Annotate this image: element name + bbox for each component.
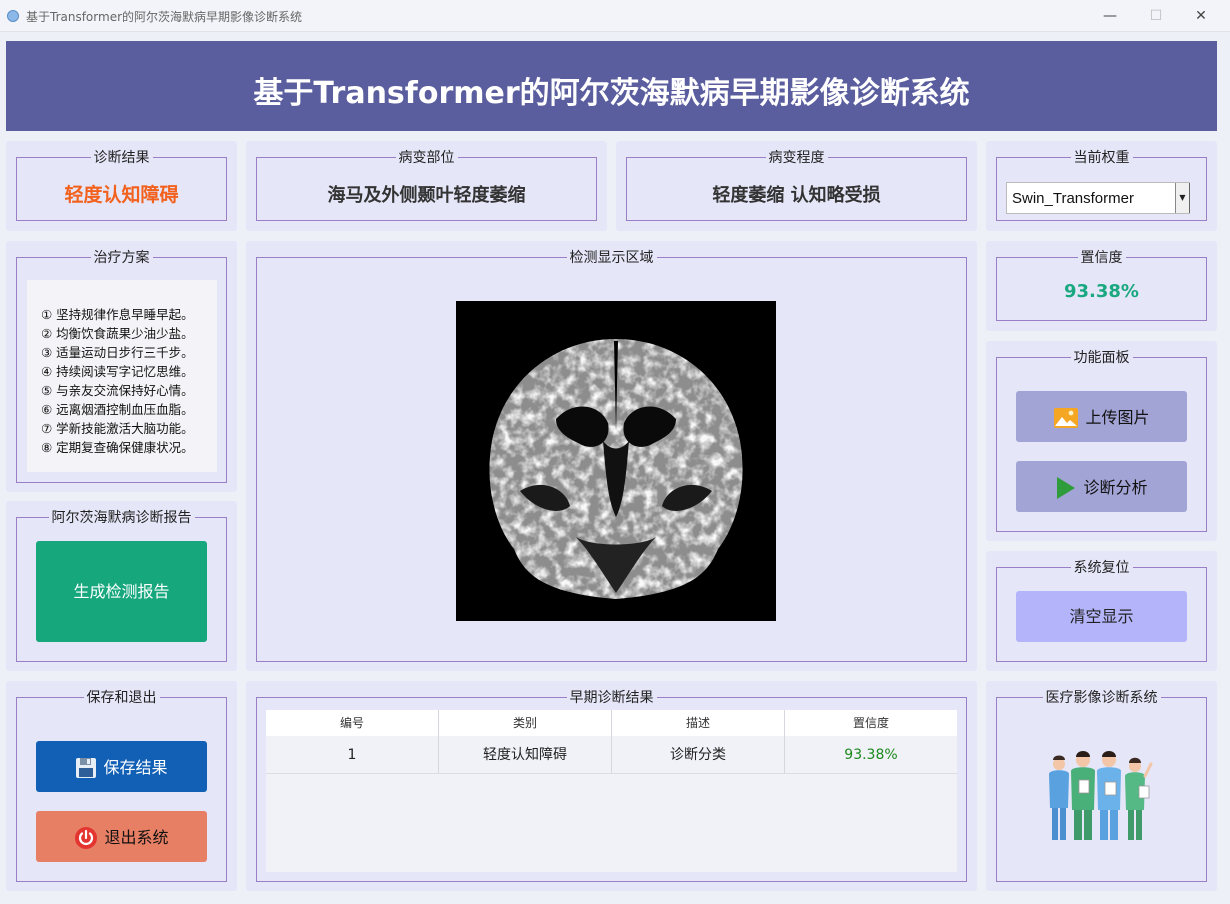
column-header-category[interactable]: 类别 — [439, 710, 612, 736]
window-title: 基于Transformer的阿尔茨海默病早期影像诊断系统 — [26, 10, 303, 24]
close-button[interactable]: ✕ — [1178, 4, 1224, 28]
early-diagnosis-label: 早期诊断结果 — [566, 690, 657, 706]
column-header-id[interactable]: 编号 — [266, 710, 439, 736]
exit-system-button[interactable]: 退出系统 — [36, 811, 207, 862]
weights-label: 当前权重 — [1070, 150, 1133, 166]
play-icon — [1057, 476, 1076, 499]
exit-system-label: 退出系统 — [104, 828, 169, 847]
lesion-degree-value: 轻度萎缩 认知略受损 — [712, 185, 881, 206]
minimize-button[interactable]: — — [1087, 4, 1133, 28]
column-header-description[interactable]: 描述 — [612, 710, 785, 736]
dropdown-arrow-icon[interactable]: ▼ — [1175, 183, 1190, 213]
save-result-button[interactable]: 保存结果 — [36, 741, 207, 792]
lesion-degree-group: 病变程度 轻度萎缩 认知略受损 — [626, 150, 967, 221]
header-banner: 基于Transformer的阿尔茨海默病早期影像诊断系统 — [6, 41, 1217, 131]
save-exit-card: 保存和退出 保存结果 退出系统 — [6, 681, 237, 891]
confidence-card: 置信度 93.38% — [986, 241, 1217, 331]
table-header: 编号 类别 描述 置信度 — [266, 710, 957, 736]
display-card: 检测显示区域 — [246, 241, 977, 671]
function-panel-card: 功能面板 上传图片 诊断分析 — [986, 341, 1217, 541]
maximize-button[interactable]: ☐ — [1133, 4, 1179, 28]
weights-select[interactable]: Swin_Transformer ▼ — [1006, 182, 1190, 214]
early-diagnosis-card: 早期诊断结果 编号 类别 描述 置信度 1 轻度认知障碍 诊断分类 93.38% — [246, 681, 977, 891]
weights-group: 当前权重 Swin_Transformer ▼ — [996, 150, 1207, 221]
report-card: 阿尔茨海默病诊断报告 生成检测报告 — [6, 501, 237, 671]
lesion-degree-card: 病变程度 轻度萎缩 认知略受损 — [616, 141, 977, 231]
confidence-label: 置信度 — [1077, 250, 1126, 266]
image-icon — [1054, 407, 1079, 428]
treatment-item: ⑦ 学新技能激活大脑功能。 — [41, 421, 194, 436]
lesion-site-label: 病变部位 — [395, 150, 458, 166]
medical-staff-illustration — [1049, 751, 1153, 840]
results-table[interactable]: 编号 类别 描述 置信度 1 轻度认知障碍 诊断分类 93.38% — [266, 710, 957, 872]
diagnosis-result-value: 轻度认知障碍 — [64, 184, 179, 206]
diagnosis-result-card: 诊断结果 轻度认知障碍 — [6, 141, 237, 231]
system-reset-group: 系统复位 清空显示 — [996, 560, 1207, 662]
confidence-group: 置信度 93.38% — [996, 250, 1207, 321]
medical-system-group: 医疗影像诊断系统 — [996, 690, 1207, 882]
treatment-item: ④ 持续阅读写字记忆思维。 — [41, 364, 194, 379]
treatment-item: ⑥ 远离烟酒控制血压血脂。 — [41, 402, 194, 417]
display-group: 检测显示区域 — [256, 250, 967, 662]
lesion-site-value: 海马及外侧颞叶轻度萎缩 — [327, 185, 526, 206]
upload-image-label: 上传图片 — [1085, 408, 1150, 427]
system-reset-card: 系统复位 清空显示 — [986, 551, 1217, 671]
report-label: 阿尔茨海默病诊断报告 — [48, 510, 195, 526]
treatment-card: 治疗方案 ① 坚持规律作息早睡早起。 ② 均衡饮食蔬果少油少盐。 ③ 适量运动日… — [6, 241, 237, 492]
treatment-item: ② 均衡饮食蔬果少油少盐。 — [41, 326, 194, 341]
app-brain-icon — [7, 10, 19, 22]
save-result-label: 保存结果 — [103, 758, 168, 777]
display-label: 检测显示区域 — [566, 250, 657, 266]
diagnose-analysis-label: 诊断分析 — [1083, 478, 1148, 497]
table-cell-confidence: 93.38% — [844, 747, 898, 763]
table-row[interactable]: 1 轻度认知障碍 诊断分类 93.38% — [266, 736, 957, 774]
clear-display-button[interactable]: 清空显示 — [1016, 591, 1187, 642]
generate-report-button[interactable]: 生成检测报告 — [36, 541, 207, 642]
weights-card: 当前权重 Swin_Transformer ▼ — [986, 141, 1217, 231]
diagnosis-result-label: 诊断结果 — [90, 150, 153, 166]
diagnosis-result-group: 诊断结果 轻度认知障碍 — [16, 150, 227, 221]
treatment-item: ③ 适量运动日步行三千步。 — [41, 345, 194, 360]
floppy-disk-icon — [76, 757, 97, 778]
upload-image-button[interactable]: 上传图片 — [1016, 391, 1187, 442]
table-cell-id: 1 — [266, 736, 439, 773]
function-panel-label: 功能面板 — [1070, 350, 1133, 366]
treatment-group: 治疗方案 ① 坚持规律作息早睡早起。 ② 均衡饮食蔬果少油少盐。 ③ 适量运动日… — [16, 250, 227, 483]
treatment-item: ⑤ 与亲友交流保持好心情。 — [41, 383, 194, 398]
treatment-item: ⑧ 定期复查确保健康状况。 — [41, 440, 194, 455]
early-diagnosis-group: 早期诊断结果 编号 类别 描述 置信度 1 轻度认知障碍 诊断分类 93.38% — [256, 690, 967, 882]
system-reset-label: 系统复位 — [1070, 560, 1133, 576]
column-header-confidence[interactable]: 置信度 — [785, 710, 957, 736]
save-exit-label: 保存和退出 — [83, 690, 160, 706]
page-title: 基于Transformer的阿尔茨海默病早期影像诊断系统 — [253, 76, 970, 111]
lesion-degree-label: 病变程度 — [765, 150, 828, 166]
lesion-site-group: 病变部位 海马及外侧颞叶轻度萎缩 — [256, 150, 597, 221]
lesion-site-card: 病变部位 海马及外侧颞叶轻度萎缩 — [246, 141, 607, 231]
treatment-label: 治疗方案 — [90, 250, 153, 266]
save-exit-group: 保存和退出 保存结果 退出系统 — [16, 690, 227, 882]
treatment-item: ① 坚持规律作息早睡早起。 — [41, 307, 194, 322]
table-cell-description: 诊断分类 — [612, 736, 785, 773]
report-group: 阿尔茨海默病诊断报告 生成检测报告 — [16, 510, 227, 662]
confidence-value: 93.38% — [1064, 281, 1139, 302]
diagnose-analysis-button[interactable]: 诊断分析 — [1016, 461, 1187, 512]
function-panel-group: 功能面板 上传图片 诊断分析 — [996, 350, 1207, 532]
brain-mri-image — [456, 301, 776, 621]
power-icon — [75, 826, 98, 849]
table-cell-category: 轻度认知障碍 — [439, 736, 612, 773]
treatment-list: ① 坚持规律作息早睡早起。 ② 均衡饮食蔬果少油少盐。 ③ 适量运动日步行三千步… — [27, 280, 217, 472]
medical-system-card: 医疗影像诊断系统 — [986, 681, 1217, 891]
window-titlebar: 基于Transformer的阿尔茨海默病早期影像诊断系统 — ☐ ✕ — [0, 0, 1230, 32]
weights-selected-value: Swin_Transformer — [1012, 190, 1134, 207]
medical-system-label: 医疗影像诊断系统 — [1042, 690, 1161, 706]
